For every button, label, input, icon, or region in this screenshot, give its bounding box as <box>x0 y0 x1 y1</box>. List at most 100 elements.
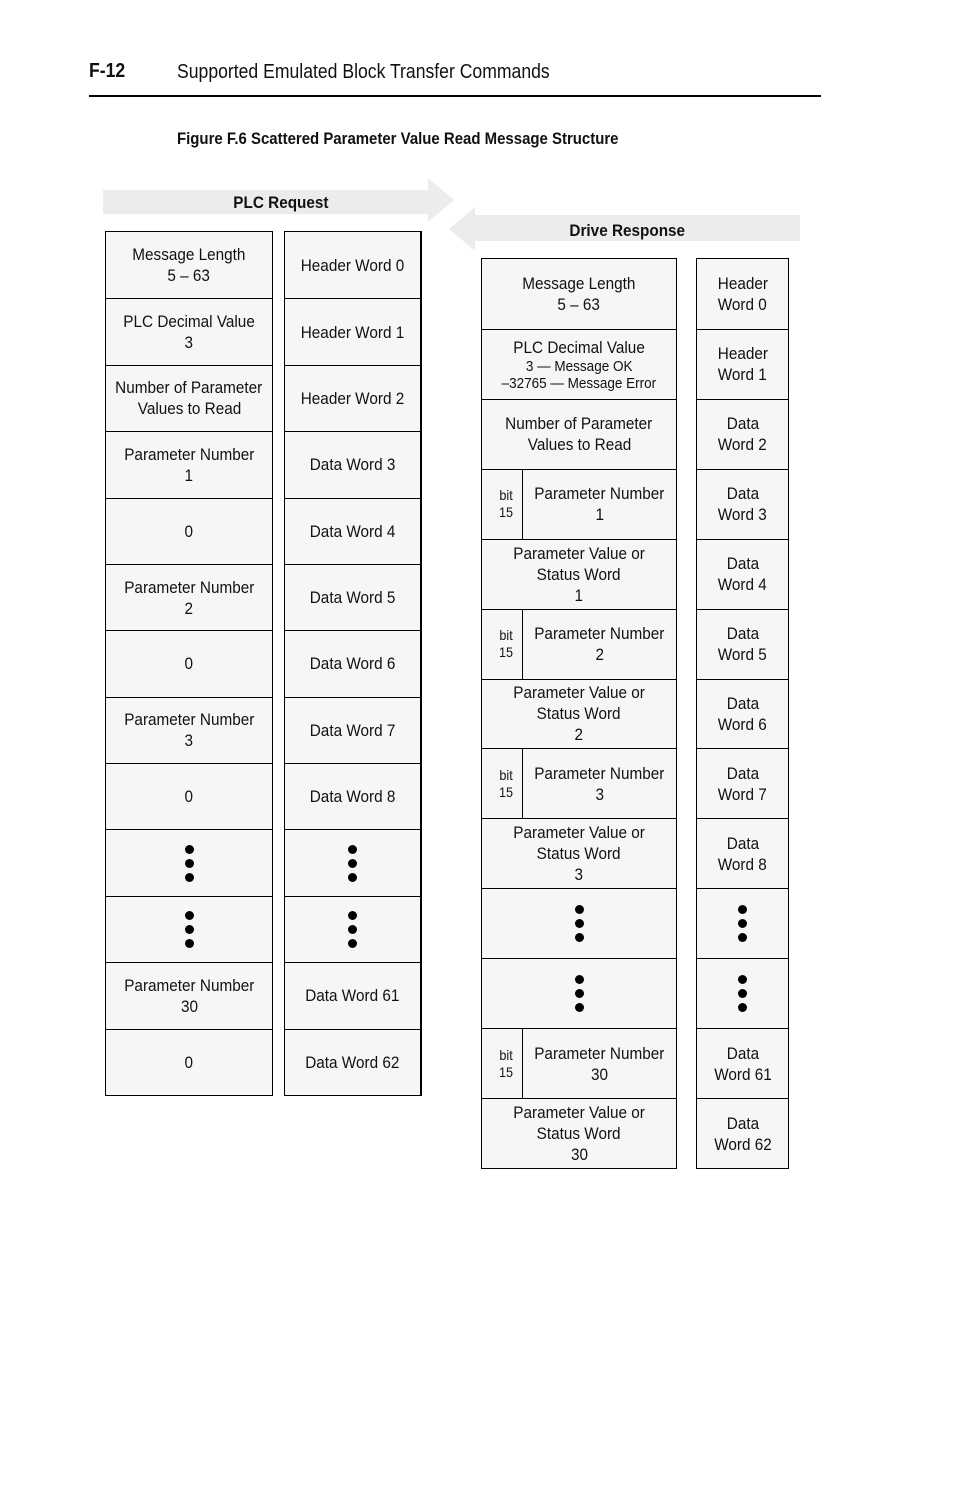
drive-response-words-column: Header Word 0 Header Word 1 Data Word 2 Data Wo… <box>696 258 789 1169</box>
message-word-cell: Data Word 3 <box>697 468 788 539</box>
cell-text: Word 2 <box>717 435 768 455</box>
message-word-cell: Parameter Number 2 <box>106 563 272 630</box>
ellipsis-cell <box>482 958 676 1028</box>
message-word-cell: PLC Decimal Value 3 — Message OK –32765 — … <box>482 328 676 399</box>
cell-text: 2 <box>184 598 194 618</box>
cell-text: Header <box>717 273 768 293</box>
cell-text: Word 5 <box>717 645 768 665</box>
message-word-cell: Number of Parameter Values to Read <box>106 364 272 431</box>
cell-text: Message Length <box>522 273 636 293</box>
parameter-number: Parameter Number 2 <box>523 610 676 679</box>
bit-15-flag: bit 15 <box>482 609 523 679</box>
cell-text: Data Word 5 <box>309 588 396 608</box>
message-word-cell: Message Length 5 – 63 <box>482 259 676 329</box>
cell-text: 1 <box>595 505 604 525</box>
page-number: F-12 <box>89 60 126 82</box>
cell-text: Parameter Number <box>534 1043 665 1063</box>
message-word-cell: 0 <box>106 1028 272 1095</box>
message-word-cell: Parameter Number 3 <box>106 696 272 763</box>
cell-text: 3 — Message OK <box>525 357 633 375</box>
message-word-cell: bit 15 Parameter Number 3 <box>482 748 676 819</box>
cell-text: Data Word 61 <box>305 986 400 1006</box>
message-word-cell: Data Word 4 <box>697 538 788 609</box>
vertical-ellipsis-icon <box>574 905 584 943</box>
vertical-ellipsis-icon <box>348 844 357 882</box>
message-word-cell: Data Word 62 <box>285 1028 420 1095</box>
plc-request-label: PLC Request <box>233 193 329 212</box>
message-word-cell: 0 <box>106 630 272 696</box>
vertical-ellipsis-icon <box>574 975 584 1013</box>
cell-text: Values to Read <box>527 435 631 455</box>
cell-text: 0 <box>184 521 194 541</box>
ellipsis-cell <box>285 829 420 895</box>
ellipsis-cell <box>697 888 788 958</box>
message-word-cell: Data Word 6 <box>285 630 420 696</box>
bit-15-flag: bit 15 <box>482 1029 523 1099</box>
vertical-ellipsis-icon <box>348 911 357 949</box>
message-word-cell: Data Word 7 <box>697 748 788 818</box>
message-word-cell: bit 15 Parameter Number 1 <box>482 468 676 539</box>
cell-text: Parameter Number <box>123 577 255 597</box>
cell-text: 5 – 63 <box>557 294 601 314</box>
message-word-cell: Header Word 1 <box>697 328 788 399</box>
cell-text: Parameter Number <box>534 484 665 504</box>
cell-text: Parameter Number <box>534 763 665 783</box>
cell-text: Word 6 <box>717 714 768 734</box>
cell-text: Data <box>726 1113 759 1133</box>
cell-text: Data Word 6 <box>309 654 396 674</box>
cell-text: Header Word 0 <box>300 255 405 275</box>
message-word-cell: Data Word 2 <box>697 398 788 469</box>
message-word-cell: 0 <box>106 763 272 829</box>
message-word-cell: Data Word 8 <box>697 818 788 888</box>
cell-text: Word 4 <box>717 575 768 595</box>
cell-text: 2 <box>574 725 584 745</box>
ellipsis-cell <box>482 888 676 958</box>
cell-text: bit <box>499 627 513 644</box>
message-word-cell: Parameter Number 1 <box>106 431 272 497</box>
cell-text: 30 <box>570 1145 588 1165</box>
vertical-ellipsis-icon <box>184 844 194 882</box>
cell-text: 0 <box>184 1052 194 1072</box>
cell-text: Word 61 <box>713 1064 772 1084</box>
cell-text: PLC Decimal Value <box>123 312 255 332</box>
cell-text: 15 <box>499 504 514 521</box>
vertical-ellipsis-icon <box>738 905 747 943</box>
cell-text: Number of Parameter <box>505 414 653 434</box>
cell-text: bit <box>499 766 513 783</box>
message-word-cell: 0 <box>106 497 272 564</box>
cell-text: 0 <box>184 654 194 674</box>
vertical-ellipsis-icon <box>738 975 747 1013</box>
cell-text: Data <box>726 624 759 644</box>
cell-text: Data Word 4 <box>309 521 396 541</box>
cell-text: Parameter Value or <box>513 823 645 843</box>
cell-text: Parameter Number <box>123 975 255 995</box>
parameter-number: Parameter Number 1 <box>523 470 676 539</box>
cell-text: 2 <box>595 645 604 665</box>
cell-text: Parameter Number <box>123 444 255 464</box>
cell-text: Header Word 1 <box>300 322 405 342</box>
message-word-cell: Parameter Value or Status Word 30 <box>482 1098 676 1168</box>
cell-text: 1 <box>184 465 194 485</box>
figure-title: Figure F.6 Scattered Parameter Value Rea… <box>177 129 619 148</box>
message-word-cell: Message Length 5 – 63 <box>106 232 272 298</box>
cell-text: Parameter Number <box>123 710 255 730</box>
section-title: Supported Emulated Block Transfer Comman… <box>177 61 550 83</box>
parameter-number: Parameter Number 3 <box>523 749 676 818</box>
cell-text: 0 <box>184 787 194 807</box>
cell-text: Word 3 <box>717 505 768 525</box>
ellipsis-cell <box>106 895 272 962</box>
message-word-cell: Header Word 0 <box>285 232 420 298</box>
bit-15-flag: bit 15 <box>482 749 523 819</box>
cell-text: Word 8 <box>717 854 768 874</box>
cell-text: 3 <box>184 731 194 751</box>
cell-text: Parameter Number <box>534 624 665 644</box>
message-word-cell: Data Word 5 <box>697 608 788 679</box>
cell-text: 3 <box>574 865 584 885</box>
cell-text: Data <box>726 833 759 853</box>
cell-text: Data <box>726 693 759 713</box>
cell-text: Values to Read <box>137 399 241 419</box>
message-word-cell: Header Word 1 <box>285 298 420 364</box>
cell-text: Data Word 62 <box>305 1052 400 1072</box>
message-word-cell: Data Word 7 <box>285 696 420 763</box>
message-word-cell: Data Word 3 <box>285 431 420 497</box>
